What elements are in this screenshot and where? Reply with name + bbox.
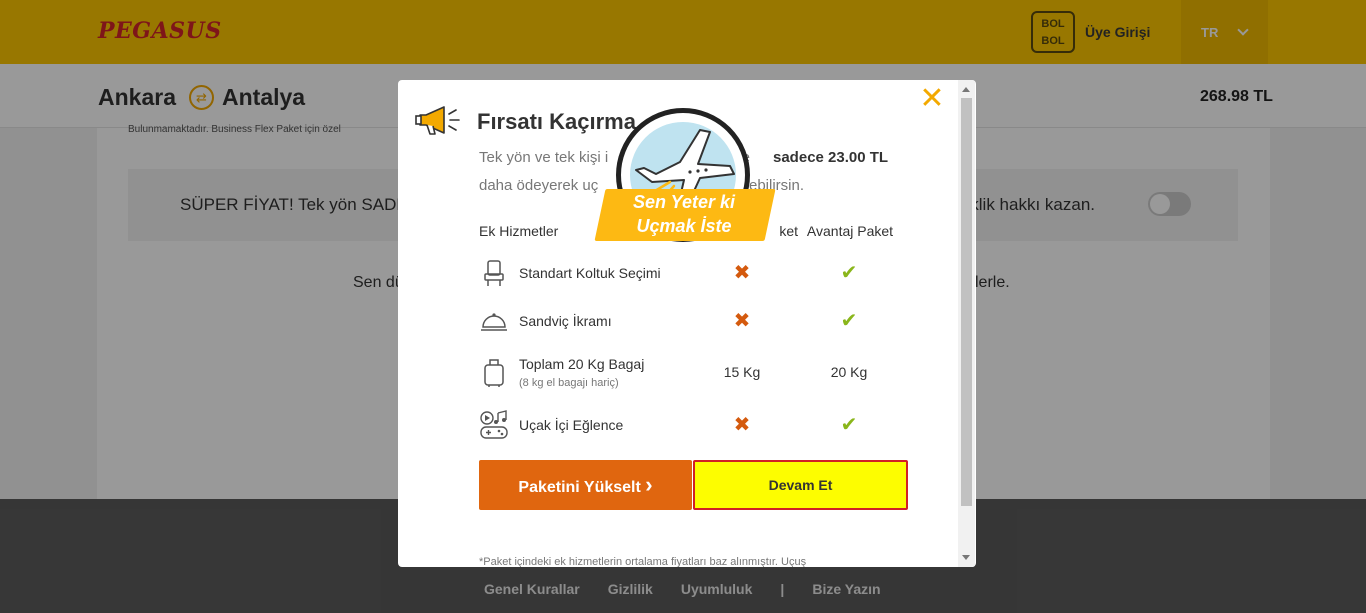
badge-text: Sen Yeter ki Uçmak İste <box>596 190 772 238</box>
cross-icon: ✖ <box>733 262 751 284</box>
check-icon: ✔ <box>840 262 858 284</box>
modal-footnote: *Paket içindeki ek hizmetlerin ortalama … <box>479 556 807 567</box>
continue-button[interactable]: Devam Et <box>693 460 908 510</box>
desc-line-1: Tek yön ve tek kişi i <box>479 149 609 166</box>
close-icon[interactable]: ✕ <box>919 84 945 114</box>
campaign-badge: Sen Yeter ki Uçmak İste <box>594 108 776 244</box>
badge-line-2: Uçmak İste <box>636 216 732 236</box>
table-row: Uçak İçi Eğlence ✖ ✔ <box>479 406 939 446</box>
desc-line-2: daha ödeyerek uç <box>479 177 599 194</box>
row-label: Toplam 20 Kg Bagaj <box>519 356 645 372</box>
scroll-up-arrow-icon[interactable] <box>962 87 970 92</box>
chevron-right-icon: › <box>645 472 653 497</box>
desc-price: sadece 23.00 TL <box>773 149 889 166</box>
row-label: Sandviç İkramı <box>519 313 612 329</box>
table-row: Toplam 20 Kg Bagaj (8 kg el bagajı hariç… <box>479 352 939 400</box>
cross-icon: ✖ <box>733 414 751 436</box>
scrollbar-thumb[interactable] <box>961 98 972 506</box>
table-row: Standart Koltuk Seçimi ✖ ✔ <box>479 254 939 294</box>
seat-icon <box>484 260 504 286</box>
baggage-current-value: 15 Kg <box>723 364 761 380</box>
megaphone-icon <box>415 106 460 135</box>
check-icon: ✔ <box>840 414 858 436</box>
baggage-avantaj-value: 20 Kg <box>830 364 868 380</box>
table-row: Sandviç İkramı ✖ ✔ <box>479 302 939 342</box>
row-label: Uçak İçi Eğlence <box>519 417 624 433</box>
upgrade-package-button[interactable]: Paketini Yükselt › <box>479 460 692 510</box>
scroll-down-arrow-icon[interactable] <box>962 555 970 560</box>
badge-line-1: Sen Yeter ki <box>632 192 736 212</box>
upgrade-button-label: Paketini Yükselt <box>518 479 641 496</box>
food-cloche-icon <box>481 313 507 331</box>
row-sublabel: (8 kg el bagajı hariç) <box>519 377 619 389</box>
entertainment-icon <box>480 410 508 439</box>
luggage-icon <box>484 359 504 387</box>
column-header-services: Ek Hizmetler <box>479 223 559 239</box>
modal-scrollbar[interactable] <box>958 80 975 567</box>
check-icon: ✔ <box>840 310 858 332</box>
cross-icon: ✖ <box>733 310 751 332</box>
row-label: Standart Koltuk Seçimi <box>519 265 661 281</box>
column-header-avantaj-package: Avantaj Paket <box>806 223 894 239</box>
